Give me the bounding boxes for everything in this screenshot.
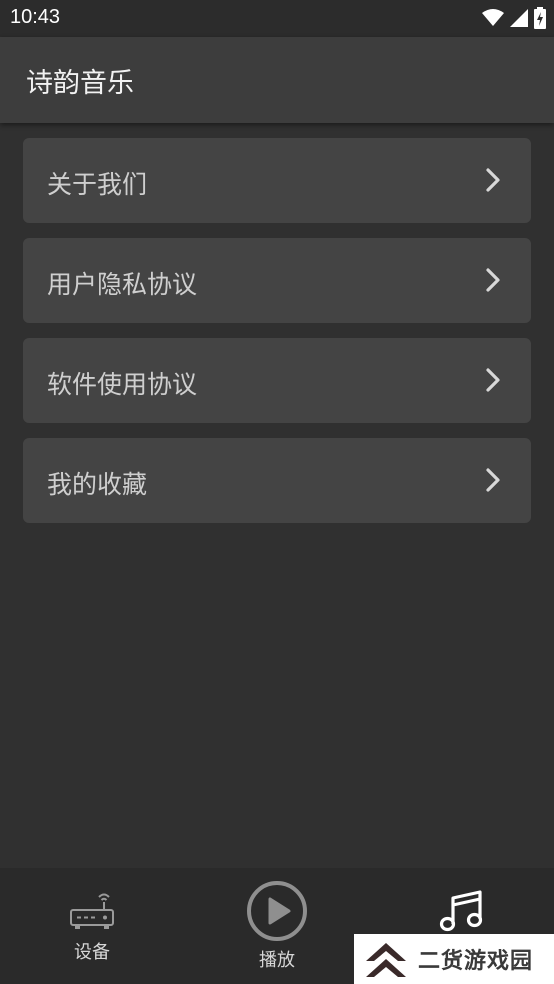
battery-charging-icon <box>534 7 546 29</box>
menu-item-favorites[interactable]: 我的收藏 <box>23 438 531 523</box>
chevron-right-icon <box>486 268 500 292</box>
signal-icon <box>510 9 528 27</box>
app-bar: 诗韵音乐 <box>0 37 554 123</box>
menu-item-software-agreement[interactable]: 软件使用协议 <box>23 338 531 423</box>
status-time: 10:43 <box>10 6 61 28</box>
nav-item-device[interactable]: 设备 <box>22 868 162 984</box>
double-chevron-up-icon <box>366 943 406 977</box>
wifi-icon <box>482 9 504 26</box>
menu-item-label: 关于我们 <box>47 170 148 199</box>
chevron-right-icon <box>486 468 500 492</box>
watermark-text: 二货游戏园 <box>418 949 534 974</box>
nav-item-play[interactable]: 播放 <box>207 868 347 984</box>
menu-item-label: 软件使用协议 <box>47 370 198 399</box>
menu-list: 关于我们 用户隐私协议 软件使用协议 我的收藏 <box>23 138 531 538</box>
menu-item-about-us[interactable]: 关于我们 <box>23 138 531 223</box>
router-icon <box>70 893 114 929</box>
menu-item-label: 我的收藏 <box>47 470 148 499</box>
status-bar: 10:43 <box>0 0 554 37</box>
music-note-icon <box>439 890 483 932</box>
status-icons <box>482 7 546 29</box>
menu-item-privacy-policy[interactable]: 用户隐私协议 <box>23 238 531 323</box>
chevron-right-icon <box>486 368 500 392</box>
menu-item-label: 用户隐私协议 <box>47 270 198 299</box>
nav-label-device: 设备 <box>74 942 110 963</box>
play-circle-icon <box>247 881 307 941</box>
nav-label-play: 播放 <box>259 950 295 971</box>
watermark: 二货游戏园 <box>354 934 554 984</box>
chevron-right-icon <box>486 168 500 192</box>
app-title: 诗韵音乐 <box>26 68 134 99</box>
